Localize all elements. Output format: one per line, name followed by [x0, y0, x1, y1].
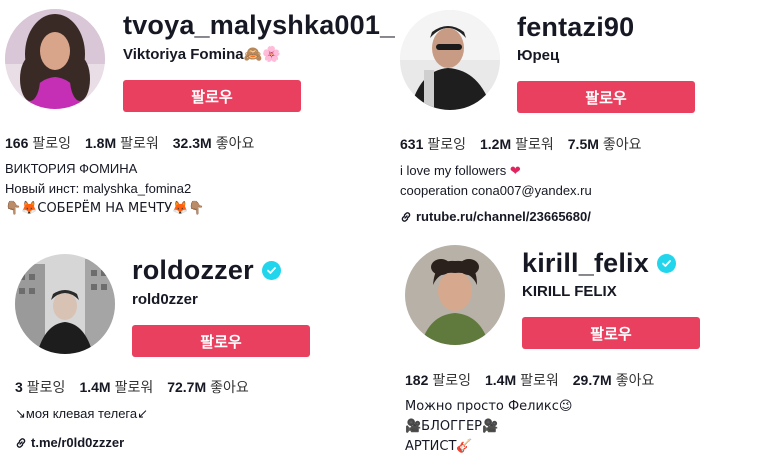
followers-count: 1.2M [480, 136, 512, 152]
avatar[interactable] [5, 9, 105, 109]
following-label: 팔로잉 [432, 372, 471, 388]
followers-count: 1.4M [79, 379, 111, 395]
profile-link[interactable]: t.me/r0ld0zzzer [15, 435, 124, 450]
profile-link-text: rutube.ru/channel/23665680/ [416, 209, 591, 224]
profile-link-text: t.me/r0ld0zzzer [31, 435, 125, 450]
bio-line: cooperation cona007@yandex.ru [400, 183, 592, 198]
bio-line: ВИКТОРИЯ ФОМИНА [5, 161, 138, 176]
likes-count: 29.7M [572, 372, 612, 388]
username[interactable]: roldozzer [132, 255, 281, 286]
following-count: 631 [400, 136, 424, 152]
bio-line: ↘моя клевая телега↙ [15, 406, 149, 421]
likes-label: 좋아요 [602, 136, 642, 152]
following-count: 3 [15, 379, 23, 395]
profile-link[interactable]: rutube.ru/channel/23665680/ [400, 209, 591, 224]
avatar[interactable] [405, 245, 505, 345]
profile-card-4: kirill_felix KIRILL FELIX 팔로우 182 팔로잉 1.4… [395, 235, 780, 460]
bio-line: Новый инст: malyshka_fomina2 [5, 181, 192, 196]
username[interactable]: kirill_felix [522, 248, 676, 279]
avatar[interactable] [400, 10, 500, 110]
following-label: 팔로잉 [32, 135, 71, 151]
followers-stat[interactable]: 1.4M 팔로워 [485, 370, 559, 390]
followers-label: 팔로워 [120, 135, 159, 151]
followers-count: 1.8M [85, 135, 117, 151]
profile-card-1: tvoya_malyshka001_ Viktoriya Fomina🙈🌸 팔로… [0, 0, 395, 225]
followers-label: 팔로워 [515, 136, 554, 152]
following-label: 팔로잉 [427, 136, 466, 152]
followers-stat[interactable]: 1.4M 팔로워 [79, 377, 153, 397]
stats-row: 3 팔로잉 1.4M 팔로워 72.7M 좋아요 [15, 377, 249, 397]
nickname: Юрец [517, 47, 560, 64]
bio: ВИКТОРИЯ ФОМИНА Новый инст: malyshka_fom… [5, 159, 205, 219]
bio: i love my followers ❤ cooperation cona00… [400, 161, 592, 201]
nickname-emoji: 🙈🌸 [243, 45, 281, 63]
nickname: KIRILL FELIX [522, 283, 617, 300]
likes-stat: 32.3M 좋아요 [173, 133, 255, 153]
likes-label: 좋아요 [210, 379, 249, 395]
following-count: 166 [5, 135, 29, 151]
avatar[interactable] [15, 254, 115, 354]
bio: ↘моя клевая телега↙ [15, 404, 148, 424]
heart-icon: ❤ [509, 163, 521, 178]
following-stat[interactable]: 166 팔로잉 [5, 133, 71, 153]
following-stat[interactable]: 3 팔로잉 [15, 377, 65, 397]
follow-button[interactable]: 팔로우 [132, 325, 310, 357]
link-icon [16, 437, 26, 448]
nickname-text: Viktoriya Fomina [123, 46, 244, 63]
stats-row: 166 팔로잉 1.8M 팔로워 32.3M 좋아요 [5, 133, 254, 153]
profile-card-3: roldozzer rold0zzer 팔로우 3 팔로잉 1.4M 팔로워 72.… [0, 235, 395, 460]
followers-label: 팔로워 [520, 372, 559, 388]
link-icon [401, 211, 411, 222]
following-label: 팔로잉 [26, 379, 66, 395]
stats-row: 182 팔로잉 1.4M 팔로워 29.7M 좋아요 [405, 370, 654, 390]
bio-line: i love my followers ❤ [400, 161, 592, 181]
followers-count: 1.4M [485, 372, 517, 388]
bio-line: АРТИСТ🎸 [405, 439, 473, 454]
nickname: Viktoriya Fomina🙈🌸 [123, 45, 281, 63]
username-text: fentazi90 [517, 12, 635, 42]
likes-count: 32.3M [172, 135, 212, 151]
likes-count: 72.7M [167, 379, 207, 395]
following-count: 182 [405, 372, 429, 388]
nickname: rold0zzer [132, 291, 198, 308]
follow-button[interactable]: 팔로우 [123, 80, 301, 112]
username[interactable]: fentazi90 [517, 12, 634, 43]
likes-stat: 29.7M 좋아요 [573, 370, 655, 390]
bio: Можно просто Феликс😉 🎥БЛОГГЕР🎥 АРТИСТ🎸 [405, 397, 572, 457]
likes-stat: 72.7M 좋아요 [167, 377, 249, 397]
bio-line: Можно просто Феликс😉 [405, 399, 573, 414]
following-stat[interactable]: 182 팔로잉 [405, 370, 471, 390]
verified-check-icon [656, 254, 676, 273]
likes-stat: 7.5M 좋아요 [568, 134, 642, 154]
likes-label: 좋아요 [215, 135, 255, 151]
username-text: roldozzer [132, 255, 254, 285]
following-stat[interactable]: 631 팔로잉 [400, 134, 466, 154]
profile-card-2: fentazi90 Юрец 팔로우 631 팔로잉 1.2M 팔로워 7.5M 좋아… [395, 0, 780, 225]
username[interactable]: tvoya_malyshka001_ [123, 10, 395, 41]
bio-line: 🎥БЛОГГЕР🎥 [405, 419, 499, 434]
username-text: tvoya_malyshka001_ [123, 10, 395, 40]
followers-stat[interactable]: 1.8M 팔로워 [85, 133, 159, 153]
bio-line: 👇🏽🦊СОБЕРЁМ НА МЕЧТУ🦊👇🏽 [5, 201, 205, 216]
follow-button[interactable]: 팔로우 [522, 317, 700, 349]
stats-row: 631 팔로잉 1.2M 팔로워 7.5M 좋아요 [400, 134, 642, 154]
username-text: kirill_felix [522, 248, 649, 278]
bio-line-text: i love my followers [400, 163, 507, 178]
likes-label: 좋아요 [615, 372, 655, 388]
followers-stat[interactable]: 1.2M 팔로워 [480, 134, 554, 154]
follow-button[interactable]: 팔로우 [517, 81, 695, 113]
verified-check-icon [261, 261, 281, 280]
likes-count: 7.5M [567, 136, 599, 152]
followers-label: 팔로워 [114, 379, 154, 395]
